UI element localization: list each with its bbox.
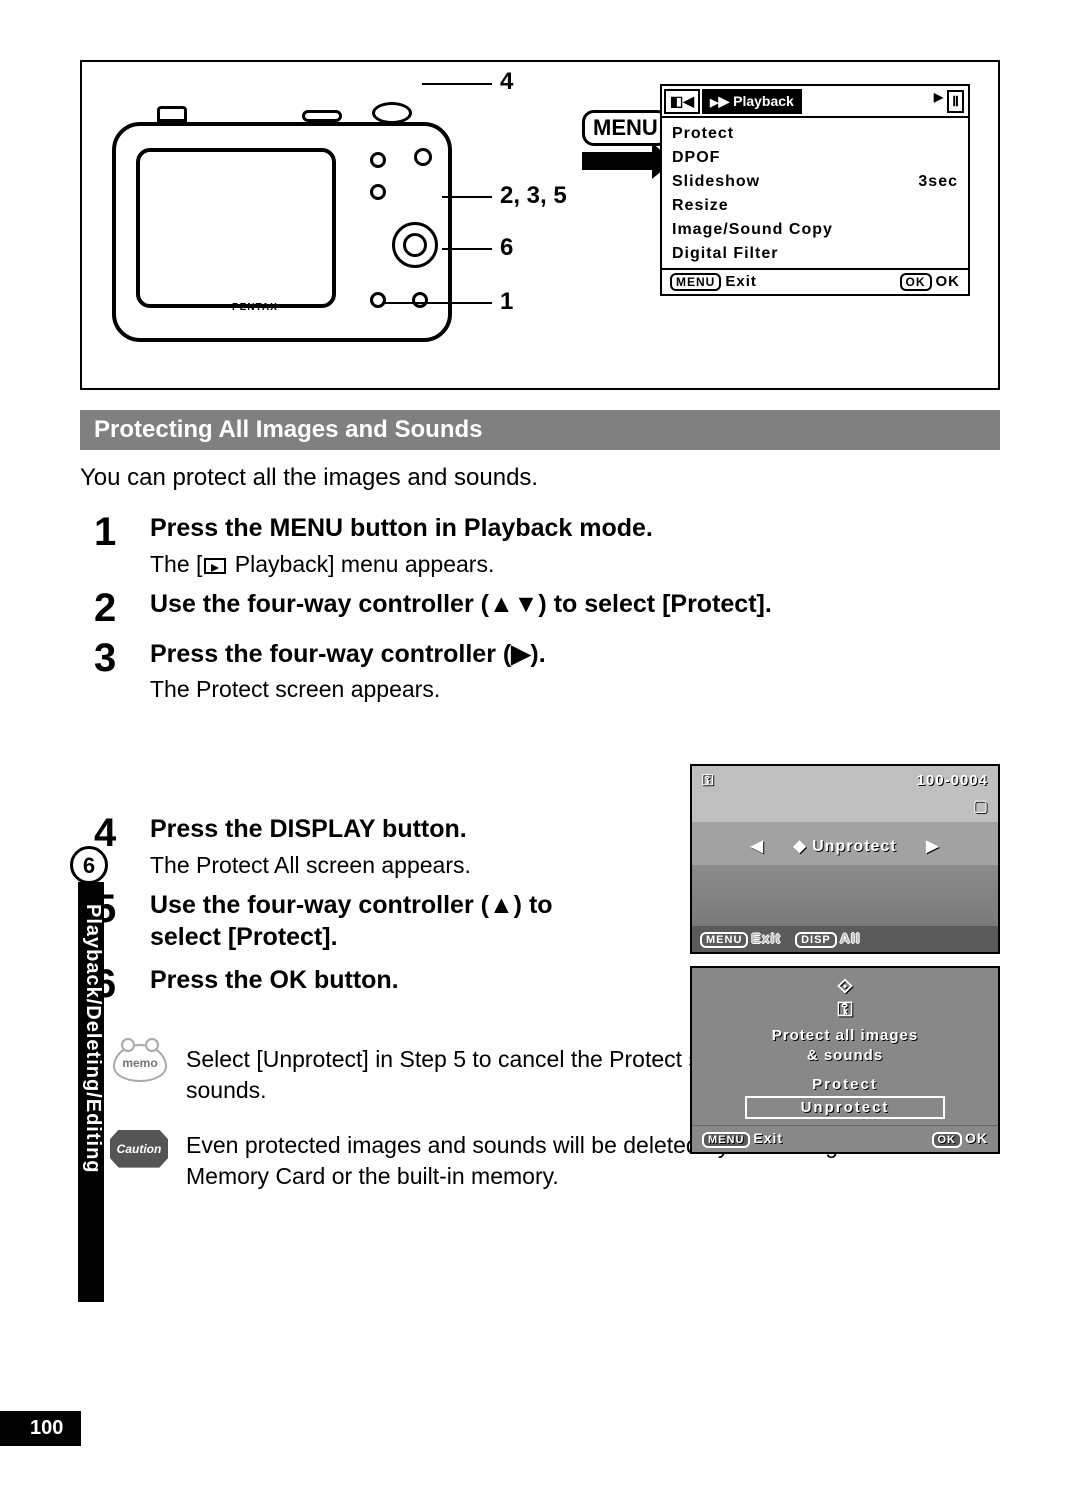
menu-item-filter: Digital Filter bbox=[672, 242, 958, 266]
sidetab-label: Playback/Deleting/Editing bbox=[78, 904, 104, 1174]
key-icon: ⚿ bbox=[702, 772, 714, 789]
step-5-title: Use the four-way controller (▲) to selec… bbox=[150, 889, 620, 954]
memo-icon: memo bbox=[110, 1044, 170, 1096]
page-number: 100 bbox=[0, 1411, 81, 1446]
screen1-exit: MENUExit bbox=[700, 930, 781, 948]
callout-235: 2, 3, 5 bbox=[500, 182, 567, 210]
updown-icon: ◆ bbox=[793, 838, 806, 855]
protect-all-icon: ⟐⚿ bbox=[692, 976, 998, 1022]
nav-left-icon: ◀ bbox=[751, 836, 764, 856]
setup-tab: Ⅱ bbox=[947, 90, 964, 113]
step-4-title: Press the DISPLAY button. bbox=[150, 813, 650, 846]
menu-item-resize: Resize bbox=[672, 194, 958, 218]
camera-illustration: PENTAX bbox=[112, 92, 482, 352]
menu-badge: MENU bbox=[582, 110, 669, 146]
step-1-sub: The [ Playback] menu appears. bbox=[150, 551, 1000, 578]
section-heading: Protecting All Images and Sounds bbox=[80, 410, 1000, 450]
menu-item-slideshow-value: 3sec bbox=[918, 170, 958, 194]
step-2-title: Use the four-way controller (▲▼) to sele… bbox=[150, 588, 1000, 621]
screen1-all: DISPAll bbox=[795, 930, 861, 948]
caution-icon: Caution bbox=[110, 1130, 170, 1168]
menu-item-slideshow: Slideshow bbox=[672, 170, 760, 194]
option-protect: Protect bbox=[745, 1075, 945, 1094]
callout-6: 6 bbox=[500, 234, 513, 262]
menu-footer-ok: OKOK bbox=[900, 273, 961, 291]
callout-1: 1 bbox=[500, 288, 513, 316]
menu-item-protect: Protect bbox=[672, 122, 958, 146]
screen2-ok: OKOK bbox=[932, 1130, 989, 1148]
option-unprotect: Unprotect bbox=[745, 1096, 945, 1119]
protect-all-msg-1: Protect all images bbox=[692, 1026, 998, 1046]
playback-icon bbox=[204, 558, 226, 574]
step-4-sub: The Protect All screen appears. bbox=[150, 852, 650, 879]
protect-all-screen: ⟐⚿ Protect all images & sounds Protect U… bbox=[690, 966, 1000, 1154]
step-3-number: 3 bbox=[94, 638, 150, 704]
step-1-title: Press the MENU button in Playback mode. bbox=[150, 512, 1000, 545]
step-2-number: 2 bbox=[94, 588, 150, 628]
step-3-sub: The Protect screen appears. bbox=[150, 676, 670, 703]
protect-screen: ⚿ 100-0004 ▢ ◀ ◆ Unprotect ▶ MENUExit DI… bbox=[690, 764, 1000, 954]
protect-all-msg-2: & sounds bbox=[692, 1046, 998, 1066]
menu-item-dpof: DPOF bbox=[672, 146, 958, 170]
playback-tab: ▶▶ Playback bbox=[702, 89, 802, 114]
chapter-number: 6 bbox=[70, 846, 108, 884]
unprotect-label: Unprotect bbox=[812, 838, 897, 855]
camera-figure: PENTAX 4 2, 3, 5 6 1 MENU ◧◀ ▶▶ Playback bbox=[80, 60, 1000, 390]
record-tab: ◧◀ bbox=[664, 89, 700, 114]
menu-footer-exit: MENUExit bbox=[670, 273, 757, 291]
playback-menu-screen: ◧◀ ▶▶ Playback ▶ Ⅱ Protect DPOF Slidesho… bbox=[660, 84, 970, 296]
folder-number: 100-0004 bbox=[917, 772, 988, 789]
camera-brand: PENTAX bbox=[232, 302, 278, 313]
card-icon: ▢ bbox=[973, 796, 988, 816]
nav-right-icon: ▶ bbox=[926, 836, 939, 856]
step-3-title: Press the four-way controller (▶). bbox=[150, 638, 670, 671]
arrow-right-icon bbox=[582, 152, 652, 170]
step-1-number: 1 bbox=[94, 512, 150, 578]
menu-item-copy: Image/Sound Copy bbox=[672, 218, 958, 242]
callout-4: 4 bbox=[500, 68, 513, 96]
screen2-exit: MENUExit bbox=[702, 1130, 783, 1148]
intro-text: You can protect all the images and sound… bbox=[80, 464, 1000, 492]
